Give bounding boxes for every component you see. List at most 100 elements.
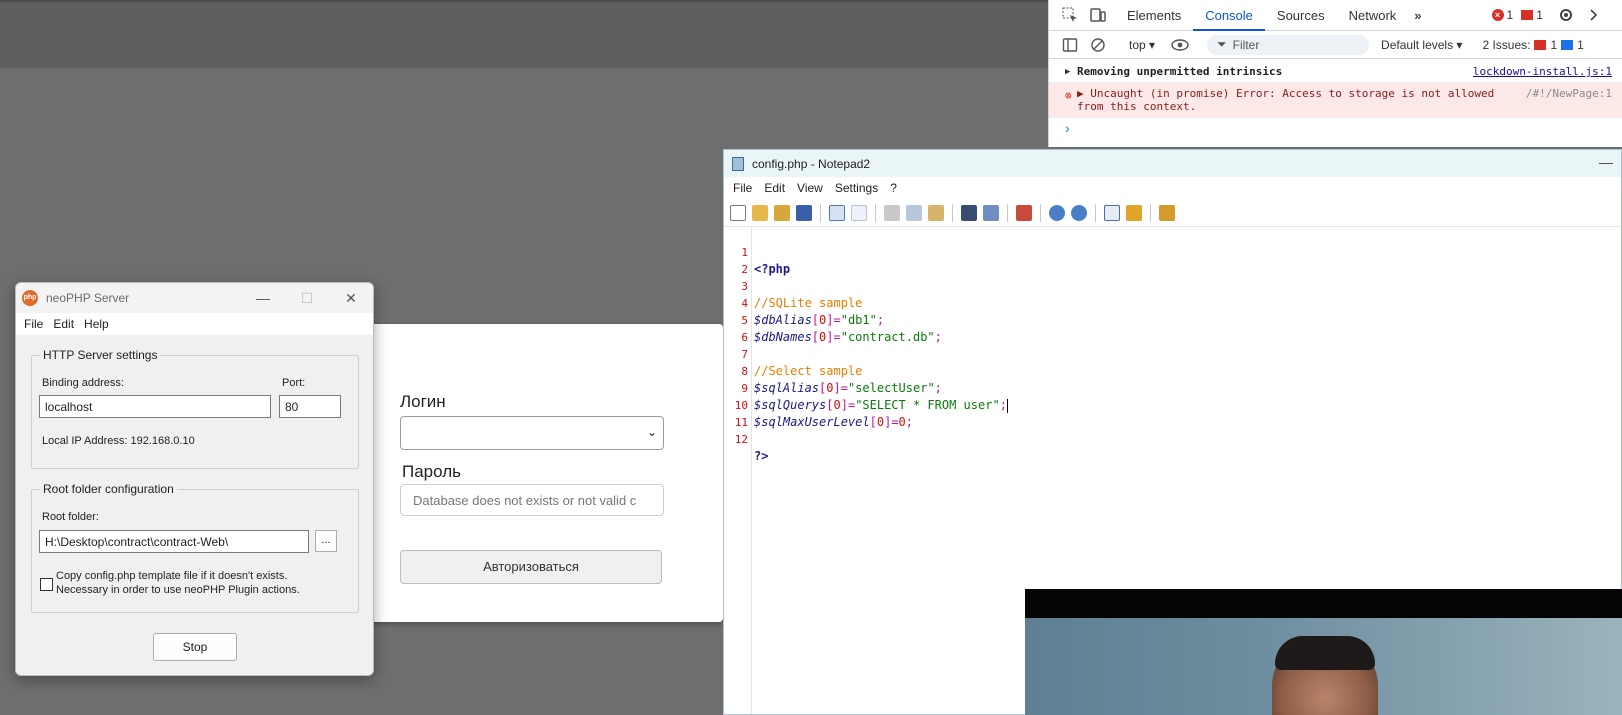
code-line: 7 //Select sample bbox=[724, 329, 862, 378]
scheme-icon[interactable] bbox=[1104, 204, 1120, 221]
error-count-badge[interactable]: × 1 bbox=[1491, 8, 1514, 22]
root-group-title: Root folder configuration bbox=[40, 482, 177, 496]
context-selector[interactable]: top ▾ bbox=[1121, 38, 1163, 52]
copy-config-label-2: Necessary in order to use neoPHP Plugin … bbox=[56, 584, 300, 596]
php-logo-icon: php bbox=[22, 290, 38, 306]
copy-config-checkbox[interactable] bbox=[40, 578, 53, 591]
expand-arrow-icon[interactable]: ▶ bbox=[1065, 67, 1077, 77]
menu-file[interactable]: File bbox=[19, 317, 48, 331]
port-label: Port: bbox=[282, 377, 306, 389]
notepad-titlebar: config.php - Notepad2 — bbox=[724, 150, 1621, 177]
eye-icon[interactable] bbox=[1169, 36, 1191, 54]
issues-info-count: 1 bbox=[1577, 37, 1584, 52]
error-count: 1 bbox=[1506, 8, 1514, 22]
word-wrap-icon[interactable] bbox=[1016, 204, 1032, 221]
code-line: 12 ?> bbox=[724, 414, 769, 463]
code-line: 3 //SQLite sample bbox=[724, 261, 862, 310]
neophp-titlebar: php neoPHP Server — ☐ ✕ bbox=[16, 283, 373, 313]
context-value: top bbox=[1129, 37, 1146, 52]
copy-config-label-1: Copy config.php template file if it does… bbox=[56, 570, 288, 582]
login-select[interactable]: ⌄ bbox=[400, 416, 664, 450]
code-line: 6 bbox=[724, 312, 767, 344]
device-toolbar-icon[interactable] bbox=[1087, 6, 1109, 24]
devtools-panel: Elements Console Sources Network » × 1 1… bbox=[1048, 0, 1622, 147]
warning-count-badge[interactable]: 1 bbox=[1521, 8, 1543, 22]
cut-icon[interactable] bbox=[884, 204, 900, 221]
browse-icon[interactable] bbox=[774, 204, 790, 221]
more-tabs-icon[interactable]: » bbox=[1408, 8, 1427, 23]
menu-edit[interactable]: Edit bbox=[48, 317, 79, 331]
binding-address-input[interactable]: localhost bbox=[39, 395, 271, 418]
minimize-icon[interactable]: — bbox=[1599, 154, 1613, 170]
error-icon: × bbox=[1491, 9, 1504, 21]
login-form: Логин ⌄ Пароль Database does not exists … bbox=[365, 324, 723, 622]
http-settings-group: HTTP Server settings Binding address: Po… bbox=[31, 348, 359, 469]
code-line: 8 $sqlAlias[0]="selectUser"; bbox=[724, 346, 942, 395]
issue-info-icon bbox=[1561, 39, 1574, 50]
binding-address-label: Binding address: bbox=[42, 377, 124, 389]
inspect-element-icon[interactable] bbox=[1059, 6, 1081, 24]
console-error-text: ▶ Uncaught (in promise) Error: Access to… bbox=[1077, 87, 1495, 113]
text-caret bbox=[1006, 398, 1008, 413]
console-message-text: Removing unpermitted intrinsics bbox=[1077, 65, 1283, 78]
authorize-button[interactable]: Авторизоваться bbox=[400, 550, 662, 584]
console-filter-input[interactable]: ⏷ Filter bbox=[1207, 34, 1370, 55]
console-toolbar: top ▾ ⏷ Filter Default levels ▾ 2 Issues… bbox=[1049, 31, 1622, 59]
zoom-out-icon[interactable] bbox=[1071, 204, 1087, 221]
menu-view[interactable]: View bbox=[791, 181, 829, 195]
console-error-message: ⊗ ▶ Uncaught (in promise) Error: Access … bbox=[1049, 83, 1622, 118]
code-line: 10 $sqlMaxUserLevel[0]=0; bbox=[724, 380, 913, 429]
sidebar-toggle-icon[interactable] bbox=[1059, 36, 1081, 54]
password-input[interactable]: Database does not exists or not valid c bbox=[400, 484, 664, 516]
new-file-icon[interactable] bbox=[730, 204, 746, 221]
filter-icon: ⏷ bbox=[1217, 37, 1227, 51]
customize-icon[interactable] bbox=[1126, 204, 1142, 221]
console-error-text-value: Uncaught (in promise) Error: Access to s… bbox=[1077, 87, 1495, 113]
tab-sources[interactable]: Sources bbox=[1265, 0, 1337, 31]
console-prompt[interactable]: › bbox=[1049, 118, 1622, 138]
minimize-icon[interactable]: — bbox=[241, 283, 285, 313]
open-folder-icon[interactable] bbox=[752, 204, 768, 221]
find-icon[interactable] bbox=[961, 204, 977, 221]
code-line: 9 $sqlQuerys[0]="SELECT * FROM user"; bbox=[724, 363, 1008, 413]
console-error-source[interactable]: /#!/NewPage:1 bbox=[1526, 87, 1612, 100]
menu-help[interactable]: Help bbox=[79, 317, 114, 331]
maximize-icon[interactable]: ☐ bbox=[285, 283, 329, 313]
window-title: neoPHP Server bbox=[46, 291, 130, 305]
tab-console[interactable]: Console bbox=[1193, 0, 1265, 31]
copy-icon[interactable] bbox=[906, 204, 922, 221]
toolbar-separator bbox=[875, 203, 876, 222]
replace-icon[interactable] bbox=[983, 204, 999, 221]
neophp-body: HTTP Server settings Binding address: Po… bbox=[16, 335, 373, 675]
paste-icon[interactable] bbox=[928, 204, 944, 221]
close-icon[interactable]: ✕ bbox=[329, 283, 373, 313]
clear-console-icon[interactable] bbox=[1087, 36, 1109, 54]
save-icon[interactable] bbox=[796, 204, 812, 221]
neophp-server-window: php neoPHP Server — ☐ ✕ File Edit Help H… bbox=[15, 282, 374, 676]
toolbar-separator bbox=[1095, 203, 1096, 222]
tab-elements[interactable]: Elements bbox=[1115, 0, 1193, 31]
redo-icon[interactable] bbox=[851, 204, 867, 221]
toolbar-separator bbox=[820, 203, 821, 222]
console-message-source[interactable]: lockdown-install.js:1 bbox=[1473, 65, 1612, 78]
notepad-file-icon bbox=[732, 156, 744, 171]
video-overlay[interactable] bbox=[1025, 589, 1622, 715]
zoom-in-icon[interactable] bbox=[1049, 204, 1065, 221]
log-levels-dropdown[interactable]: Default levels ▾ bbox=[1381, 38, 1462, 52]
issues-button[interactable]: 2 Issues: 1 1 bbox=[1482, 38, 1583, 52]
browse-folder-button[interactable]: ... bbox=[315, 530, 337, 552]
menu-edit[interactable]: Edit bbox=[758, 181, 791, 195]
menu-help[interactable]: ? bbox=[884, 181, 903, 195]
error-icon: ⊗ bbox=[1065, 89, 1072, 102]
code-line: 2 bbox=[724, 244, 767, 276]
menu-settings[interactable]: Settings bbox=[829, 181, 884, 195]
menu-file[interactable]: File bbox=[727, 181, 758, 195]
root-folder-input[interactable]: H:\Desktop\contract\contract-Web\ bbox=[39, 530, 309, 553]
gear-icon[interactable] bbox=[1555, 6, 1577, 24]
undo-icon[interactable] bbox=[829, 204, 845, 221]
port-input[interactable]: 80 bbox=[279, 395, 341, 418]
exit-icon[interactable] bbox=[1159, 204, 1175, 221]
stop-button[interactable]: Stop bbox=[153, 633, 237, 661]
tab-network[interactable]: Network bbox=[1337, 0, 1409, 31]
more-options-icon[interactable] bbox=[1583, 6, 1605, 24]
